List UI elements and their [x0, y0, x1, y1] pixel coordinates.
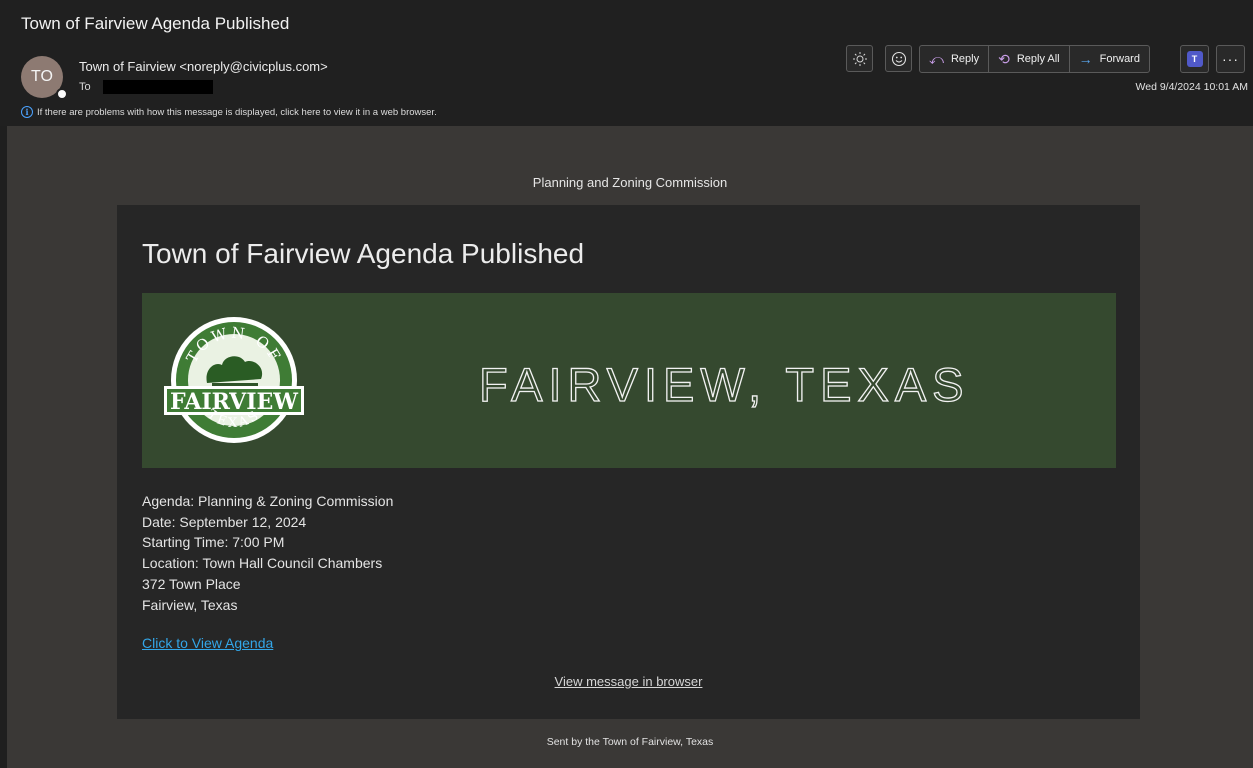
message-header: Town of Fairview Agenda Published TO Tow… [0, 0, 1253, 126]
preheader-text: Planning and Zoning Commission [532, 175, 728, 190]
reply-icon: ⤺ [929, 50, 944, 67]
email-card: Town of Fairview Agenda Published TOWN O… [117, 205, 1140, 719]
forward-button[interactable]: → Forward [1070, 46, 1149, 72]
agenda-details: Agenda: Planning & Zoning Commission Dat… [142, 491, 393, 615]
detail-address: 372 Town Place [142, 575, 241, 592]
footer-note: Sent by the Town of Fairview, Texas [546, 736, 714, 748]
message-body: Planning and Zoning Commission Town of F… [7, 126, 1253, 768]
reply-button[interactable]: ⤺ Reply [920, 46, 990, 72]
avatar-initials: TO [31, 68, 53, 85]
seal-middle-text: FAIRVIEW [170, 389, 298, 415]
presence-indicator [56, 88, 68, 100]
detail-city: Fairview, Texas [142, 596, 238, 613]
info-notice-text[interactable]: If there are problems with how this mess… [37, 107, 437, 118]
email-subject: Town of Fairview Agenda Published [21, 14, 290, 33]
reply-all-button[interactable]: ⟲ Reply All [989, 46, 1070, 72]
banner-headline: FAIRVIEW, TEXAS [478, 357, 970, 411]
detail-date: Date: September 12, 2024 [142, 513, 307, 530]
detail-location: Location: Town Hall Council Chambers [142, 555, 383, 572]
view-agenda-link[interactable]: Click to View Agenda [142, 635, 273, 651]
emoji-icon[interactable] [885, 45, 912, 72]
reply-button-group: ⤺ Reply ⟲ Reply All → Forward [919, 45, 1150, 73]
sender-name[interactable]: Town of Fairview <noreply@civicplus.com> [79, 59, 328, 74]
forward-label: Forward [1099, 53, 1140, 65]
view-in-browser-link: View message in browser [117, 674, 1140, 689]
view-in-browser-anchor[interactable]: View message in browser [555, 674, 703, 689]
teams-icon: T [1186, 51, 1203, 67]
received-datetime: Wed 9/4/2024 10:01 AM [1135, 81, 1248, 93]
detail-agenda: Agenda: Planning & Zoning Commission [142, 493, 394, 509]
town-seal-logo: TOWN OF FAIRVIEW TEXAS [164, 317, 304, 443]
message-title: Town of Fairview Agenda Published [142, 238, 585, 269]
teams-button[interactable]: T [1180, 45, 1209, 73]
sun-icon[interactable] [846, 45, 873, 72]
fairview-banner: TOWN OF FAIRVIEW TEXAS FAIRVIEW, TEXAS [142, 293, 1116, 468]
redacted-recipient [102, 80, 213, 94]
reply-all-label: Reply All [1016, 53, 1060, 65]
more-icon: ··· [1222, 51, 1239, 67]
detail-time: Starting Time: 7:00 PM [142, 534, 285, 551]
reply-label: Reply [950, 53, 980, 65]
info-notice[interactable]: i If there are problems with how this me… [21, 106, 437, 118]
recipient-line: To [79, 80, 213, 94]
to-label: To [79, 81, 91, 93]
info-icon: i [21, 106, 33, 118]
more-options-button[interactable]: ··· [1216, 45, 1245, 73]
reply-all-icon: ⟲ [998, 50, 1010, 67]
forward-icon: → [1078, 51, 1093, 67]
